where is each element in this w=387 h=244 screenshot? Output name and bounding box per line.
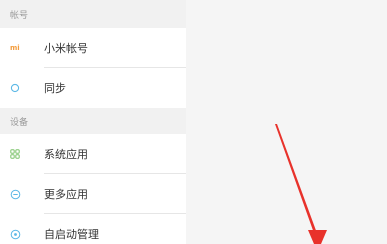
sync-icon [10,68,40,108]
settings-item-sync[interactable]: 同步 [0,68,186,108]
autostart-icon [10,214,40,244]
section-header-device: 设备 [0,108,186,134]
settings-item-label: 自启动管理 [44,228,99,241]
settings-item-label: 小米帐号 [44,42,88,55]
settings-item-label: 同步 [44,82,66,95]
section-header-account: 帐号 [0,0,186,28]
more-apps-icon [10,174,40,214]
settings-item-mi-account[interactable]: mi 小米帐号 [0,28,186,68]
settings-list-panel: 帐号 mi 小米帐号 同步 设备 系统应用 更多应用 自启动管理 [0,0,186,244]
section-header-label: 设备 [10,117,29,128]
grid-apps-icon [10,134,40,174]
settings-item-system-apps[interactable]: 系统应用 [0,134,186,174]
detail-pane [186,0,387,244]
section-header-label: 帐号 [10,10,29,21]
settings-item-more-apps[interactable]: 更多应用 [0,174,186,214]
mi-logo-text: mi [10,44,20,52]
settings-item-label: 系统应用 [44,148,88,161]
settings-item-autostart[interactable]: 自启动管理 [0,214,186,244]
mi-logo-icon: mi [10,28,40,68]
settings-item-label: 更多应用 [44,188,88,201]
